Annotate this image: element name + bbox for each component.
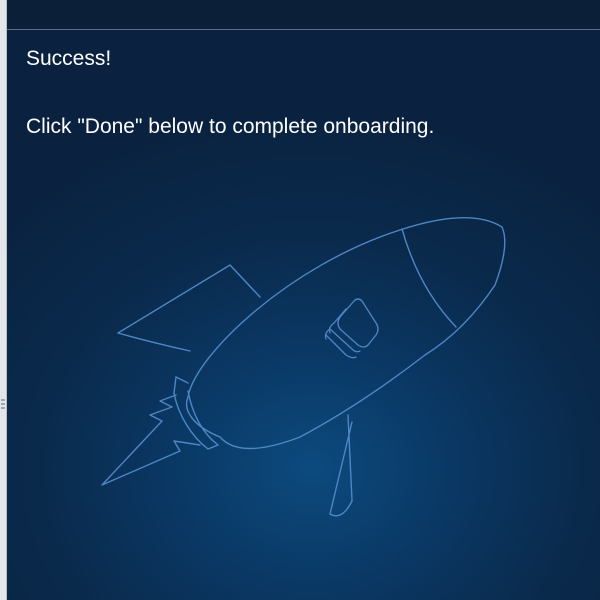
onboarding-success-panel: Success! Click "Done" below to complete …: [0, 0, 600, 600]
success-heading: Success!: [26, 47, 112, 70]
instruction-text: Click "Done" below to complete onboardin…: [26, 115, 435, 138]
resize-grip-handle[interactable]: [0, 398, 6, 412]
message-area: Success! Click "Done" below to complete …: [26, 44, 580, 142]
top-divider-bar: [0, 0, 600, 30]
rocket-icon: [101, 217, 506, 517]
window-left-edge: [0, 0, 7, 600]
